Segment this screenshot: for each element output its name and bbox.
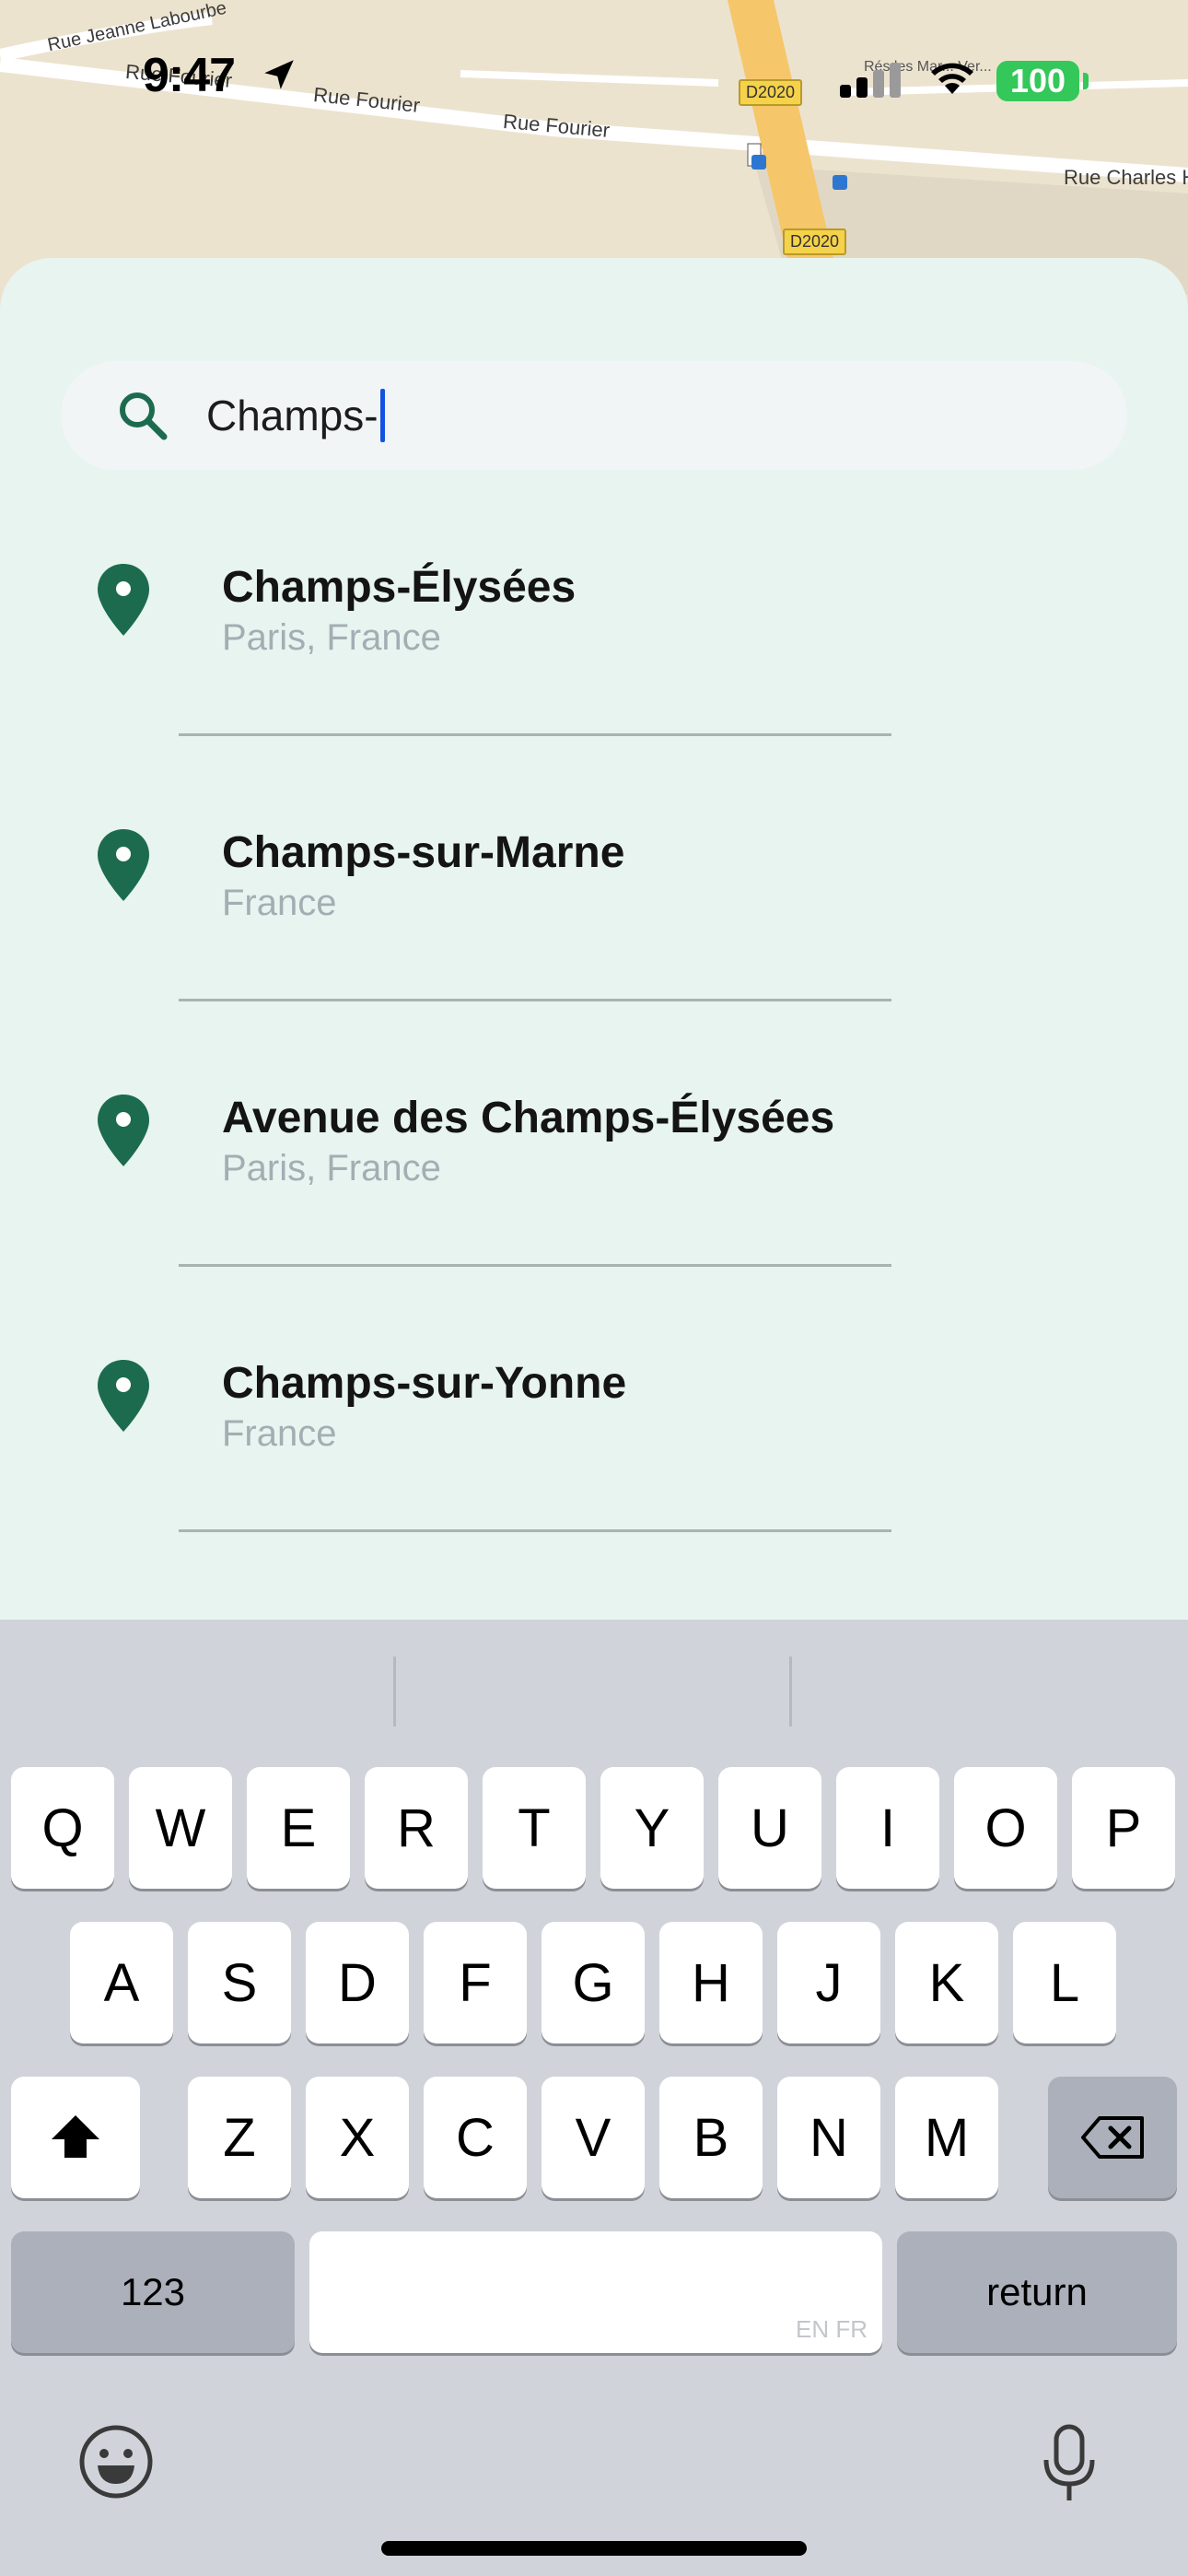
key-h[interactable]: H: [659, 1922, 763, 2043]
text-cursor: [379, 388, 385, 442]
return-key[interactable]: return: [897, 2231, 1177, 2353]
key-r[interactable]: R: [365, 1767, 468, 1889]
key-i[interactable]: I: [836, 1767, 939, 1889]
battery-tip: [1083, 73, 1089, 89]
search-icon: [120, 392, 168, 440]
search-result-item[interactable]: Champs-sur-Yonne France: [0, 1330, 1188, 1596]
key-o[interactable]: O: [954, 1767, 1057, 1889]
result-subtitle: France: [222, 883, 337, 923]
key-n[interactable]: N: [777, 2077, 880, 2198]
key-m[interactable]: M: [895, 2077, 998, 2198]
key-v[interactable]: V: [542, 2077, 645, 2198]
street-label: Rue Charles H: [1064, 166, 1188, 189]
result-subtitle: Paris, France: [222, 1148, 441, 1188]
map-pin-icon: [98, 829, 149, 901]
search-result-item[interactable]: Champs-Élysées Paris, France: [0, 534, 1188, 800]
key-w[interactable]: W: [129, 1767, 232, 1889]
prediction-separator: [393, 1657, 396, 1727]
divider: [179, 1529, 891, 1532]
search-sheet: Champs- Champs-Élysées Paris, France Cha…: [0, 258, 1188, 1622]
key-a[interactable]: A: [70, 1922, 173, 2043]
home-indicator: [381, 2541, 807, 2556]
key-c[interactable]: C: [424, 2077, 527, 2198]
space-language-hint: EN FR: [796, 2315, 868, 2343]
divider: [179, 999, 891, 1001]
key-z[interactable]: Z: [188, 2077, 291, 2198]
search-result-item[interactable]: Avenue des Champs-Élysées Paris, France: [0, 1065, 1188, 1330]
result-title: Champs-Élysées: [222, 563, 577, 612]
shift-icon: [52, 2115, 99, 2158]
numbers-key[interactable]: 123: [11, 2231, 295, 2353]
battery-indicator: 100: [996, 61, 1079, 101]
backspace-icon: [1081, 2116, 1144, 2159]
key-s[interactable]: S: [188, 1922, 291, 2043]
wifi-icon: [931, 63, 973, 94]
map-pin-icon: [98, 1095, 149, 1166]
search-query: Champs-: [206, 392, 379, 439]
microphone-icon[interactable]: [1041, 2423, 1098, 2504]
search-field[interactable]: Champs-: [61, 361, 1127, 470]
result-title: Champs-sur-Yonne: [222, 1359, 627, 1408]
location-arrow-icon: [264, 60, 294, 89]
key-t[interactable]: T: [483, 1767, 586, 1889]
space-bar[interactable]: EN FR: [309, 2231, 882, 2353]
map-background[interactable]: Rue Jeanne Labourbe Rue Fourier Rue Four…: [0, 0, 1188, 295]
key-p[interactable]: P: [1072, 1767, 1175, 1889]
result-subtitle: France: [222, 1413, 337, 1454]
result-title: Champs-sur-Marne: [222, 828, 625, 877]
divider: [179, 733, 891, 736]
map-pin-icon: [98, 1360, 149, 1432]
search-input[interactable]: Champs-: [206, 388, 385, 446]
key-u[interactable]: U: [718, 1767, 821, 1889]
key-f[interactable]: F: [424, 1922, 527, 2043]
map-pin-icon: [98, 564, 149, 636]
key-e[interactable]: E: [247, 1767, 350, 1889]
road-shield: D2020: [783, 228, 847, 255]
result-subtitle: Paris, France: [222, 617, 441, 658]
road-shield: D2020: [739, 79, 803, 106]
prediction-separator: [789, 1657, 792, 1727]
key-j[interactable]: J: [777, 1922, 880, 2043]
emoji-icon[interactable]: [77, 2423, 155, 2500]
search-result-item[interactable]: Champs-sur-Marne France: [0, 800, 1188, 1065]
cellular-signal-icon: [840, 63, 901, 98]
key-k[interactable]: K: [895, 1922, 998, 2043]
shift-key[interactable]: [11, 2077, 140, 2198]
key-q[interactable]: Q: [11, 1767, 114, 1889]
key-b[interactable]: B: [659, 2077, 763, 2198]
key-d[interactable]: D: [306, 1922, 409, 2043]
map-roads: [0, 0, 1188, 295]
key-g[interactable]: G: [542, 1922, 645, 2043]
delete-key[interactable]: [1048, 2077, 1177, 2198]
key-l[interactable]: L: [1013, 1922, 1116, 2043]
divider: [179, 1264, 891, 1267]
status-time: 9:47: [143, 49, 236, 102]
key-y[interactable]: Y: [600, 1767, 704, 1889]
key-x[interactable]: X: [306, 2077, 409, 2198]
result-title: Avenue des Champs-Élysées: [222, 1094, 835, 1142]
keyboard: Q W E R T Y U I O P A S D F G H J K L Z …: [0, 1620, 1188, 2576]
